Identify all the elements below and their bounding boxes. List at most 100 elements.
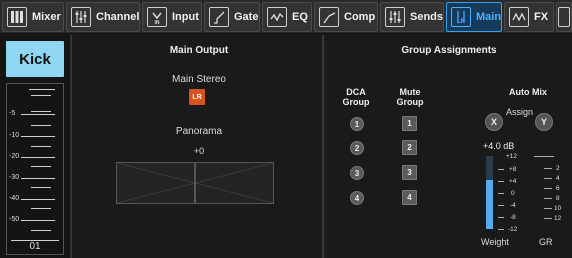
automix-weight-fill bbox=[486, 180, 493, 229]
dca-group-3-button[interactable]: 3 bbox=[350, 166, 364, 180]
panorama-value: +0 bbox=[193, 146, 205, 156]
meter-line bbox=[21, 178, 55, 179]
meter-line bbox=[31, 125, 51, 126]
weight-scale-label: 0 bbox=[511, 190, 515, 197]
channel-strip: Kick -5 -10 -20 -30 -40 -50 01 bbox=[0, 35, 72, 258]
main-output-panel: Main Output Main Stereo LR Panorama +0 bbox=[76, 35, 324, 258]
auto-mix-title: Auto Mix bbox=[509, 87, 547, 97]
channel-faders-icon bbox=[71, 7, 91, 27]
lr-assign-button[interactable]: LR bbox=[189, 89, 205, 105]
weight-scale-label: -8 bbox=[510, 214, 516, 221]
weight-scale-label: +8 bbox=[509, 166, 517, 173]
mute-group-header: Mute Group bbox=[390, 87, 430, 107]
automix-y-button[interactable]: Y bbox=[535, 113, 553, 131]
tab-mixer[interactable]: Mixer bbox=[2, 2, 64, 32]
main-output-title: Main Output bbox=[169, 45, 229, 56]
gr-tick bbox=[544, 208, 552, 209]
meter-line bbox=[31, 166, 51, 167]
channel-level-meter: -5 -10 -20 -30 -40 -50 01 bbox=[6, 83, 64, 255]
gr-tick bbox=[534, 156, 554, 157]
gate-curve-icon bbox=[209, 7, 229, 27]
gr-label: GR bbox=[539, 237, 553, 247]
weight-scale-label: -4 bbox=[510, 202, 516, 209]
gr-scale-label: 12 bbox=[554, 215, 562, 222]
channel-number: 01 bbox=[29, 241, 41, 252]
meter-line bbox=[21, 199, 55, 200]
meter-line bbox=[29, 89, 55, 90]
automix-weight-slider[interactable] bbox=[486, 156, 493, 229]
mute-group-1-button[interactable]: 1 bbox=[402, 116, 417, 131]
weight-tick bbox=[498, 181, 504, 182]
tab-main[interactable]: LR Main bbox=[446, 2, 502, 32]
tab-input[interactable]: IN Input bbox=[142, 2, 202, 32]
main-stereo-label: Main Stereo bbox=[172, 74, 226, 85]
sends-faders-icon bbox=[385, 7, 405, 27]
meter-line bbox=[31, 146, 51, 147]
weight-tick bbox=[498, 169, 504, 170]
gr-tick bbox=[544, 198, 552, 199]
meter-line bbox=[21, 220, 55, 221]
gr-scale-label: 10 bbox=[554, 205, 562, 212]
meter-line bbox=[31, 111, 51, 112]
dca-group-4-button[interactable]: 4 bbox=[350, 191, 364, 205]
meter-line bbox=[31, 95, 51, 96]
mute-group-2-button[interactable]: 2 bbox=[402, 140, 417, 155]
meter-line bbox=[21, 136, 55, 137]
weight-tick bbox=[498, 229, 504, 230]
weight-scale-label: +4 bbox=[509, 178, 517, 185]
gr-scale-label: 6 bbox=[556, 185, 560, 192]
panorama-control[interactable] bbox=[116, 162, 274, 204]
tab-label: Sends bbox=[410, 11, 444, 23]
group-assignments-panel: Group Assignments DCA Group Mute Group 1… bbox=[326, 35, 572, 258]
gr-tick bbox=[544, 178, 552, 179]
tab-eq[interactable]: EQ bbox=[262, 2, 312, 32]
fx-wave-icon bbox=[509, 7, 529, 27]
meter-line bbox=[31, 208, 51, 209]
gr-scale-label: 2 bbox=[556, 165, 560, 172]
weight-scale-label: -12 bbox=[508, 226, 518, 233]
weight-scale-label: +12 bbox=[506, 153, 518, 160]
svg-text:LR: LR bbox=[457, 19, 466, 25]
tab-label: Gate bbox=[234, 11, 259, 23]
gr-tick bbox=[544, 168, 552, 169]
tab-label: Main bbox=[476, 11, 502, 23]
automix-weight-readout: +4.0 dB bbox=[483, 141, 515, 151]
dca-group-1-button[interactable]: 1 bbox=[350, 117, 364, 131]
mute-group-4-button[interactable]: 4 bbox=[402, 190, 417, 205]
channel-name-button[interactable]: Kick bbox=[6, 41, 64, 77]
tab-label: Input bbox=[172, 11, 199, 23]
meter-line bbox=[21, 157, 55, 158]
tab-label: Comp bbox=[344, 11, 376, 23]
mixer-grid-icon bbox=[7, 7, 27, 27]
auto-mix-assign-label: Assign bbox=[506, 107, 534, 117]
tab-more[interactable] bbox=[556, 2, 572, 32]
tab-channel[interactable]: Channel bbox=[66, 2, 140, 32]
mute-header-line: Group bbox=[396, 97, 424, 107]
meter-line bbox=[31, 230, 51, 231]
tab-fx[interactable]: FX bbox=[504, 2, 554, 32]
weight-tick bbox=[498, 205, 504, 206]
dca-group-2-button[interactable]: 2 bbox=[350, 141, 364, 155]
gr-tick bbox=[544, 188, 552, 189]
weight-tick bbox=[498, 217, 504, 218]
mute-header-line: Mute bbox=[399, 87, 421, 97]
tab-gate[interactable]: Gate bbox=[204, 2, 260, 32]
mute-group-3-button[interactable]: 3 bbox=[402, 165, 417, 180]
gr-tick bbox=[544, 218, 552, 219]
tab-sends[interactable]: Sends bbox=[380, 2, 444, 32]
panorama-label: Panorama bbox=[175, 126, 223, 137]
tab-comp[interactable]: Comp bbox=[314, 2, 378, 32]
comp-curve-icon bbox=[319, 7, 339, 27]
dca-header-line: DCA bbox=[346, 87, 366, 97]
svg-text:IN: IN bbox=[155, 20, 160, 25]
meter-line bbox=[31, 187, 51, 188]
tab-label: EQ bbox=[292, 11, 308, 23]
automix-x-button[interactable]: X bbox=[485, 113, 503, 131]
dca-header-line: Group bbox=[342, 97, 370, 107]
meter-scale-label: -10 bbox=[9, 132, 20, 139]
tab-label: Mixer bbox=[32, 11, 61, 23]
weight-label: Weight bbox=[481, 237, 509, 247]
meter-scale-label: -5 bbox=[9, 110, 16, 117]
gr-scale-label: 8 bbox=[556, 195, 560, 202]
group-assignments-title: Group Assignments bbox=[401, 45, 497, 56]
